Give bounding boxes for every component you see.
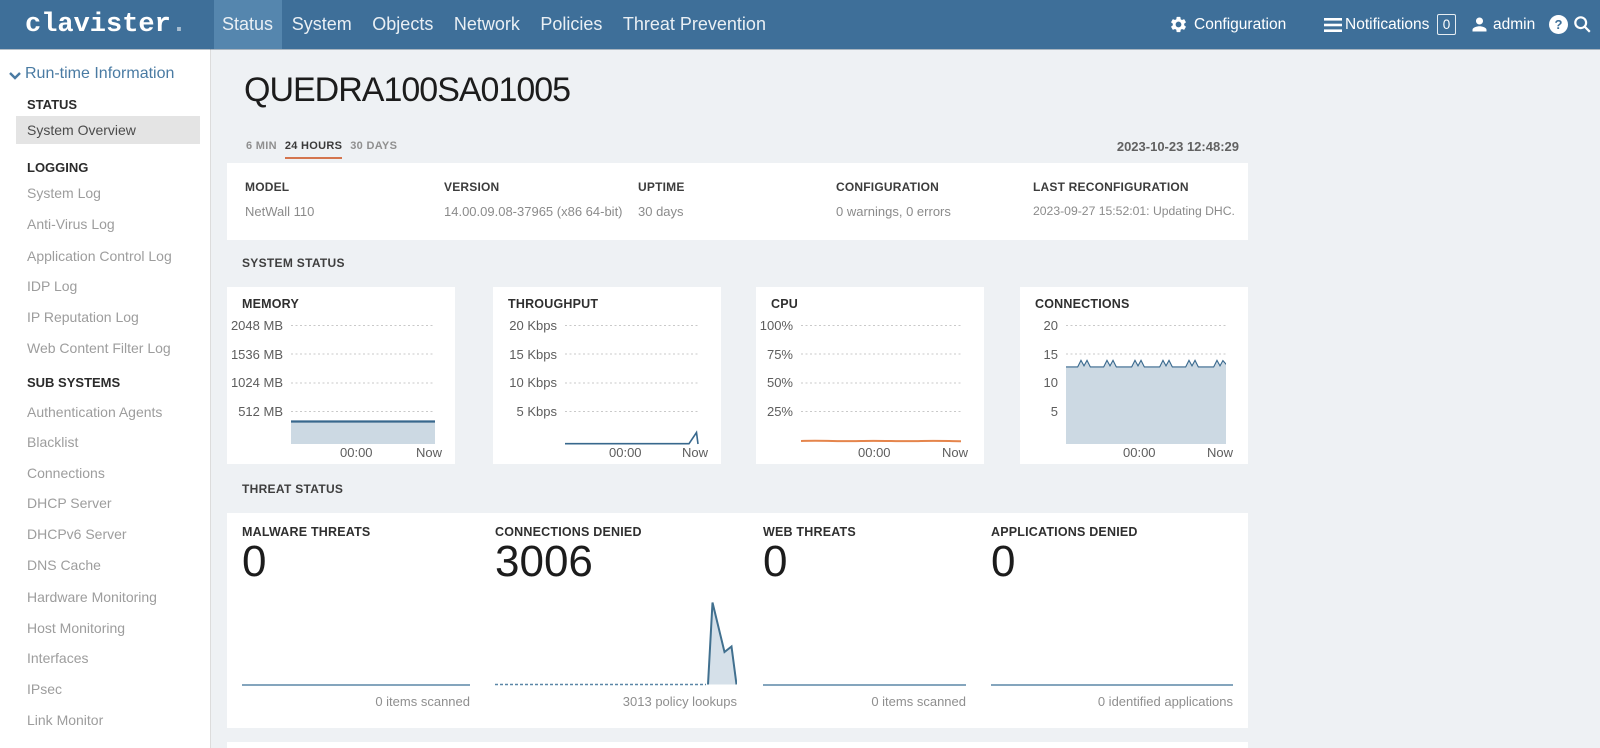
svg-text:?: ? bbox=[1555, 17, 1563, 32]
